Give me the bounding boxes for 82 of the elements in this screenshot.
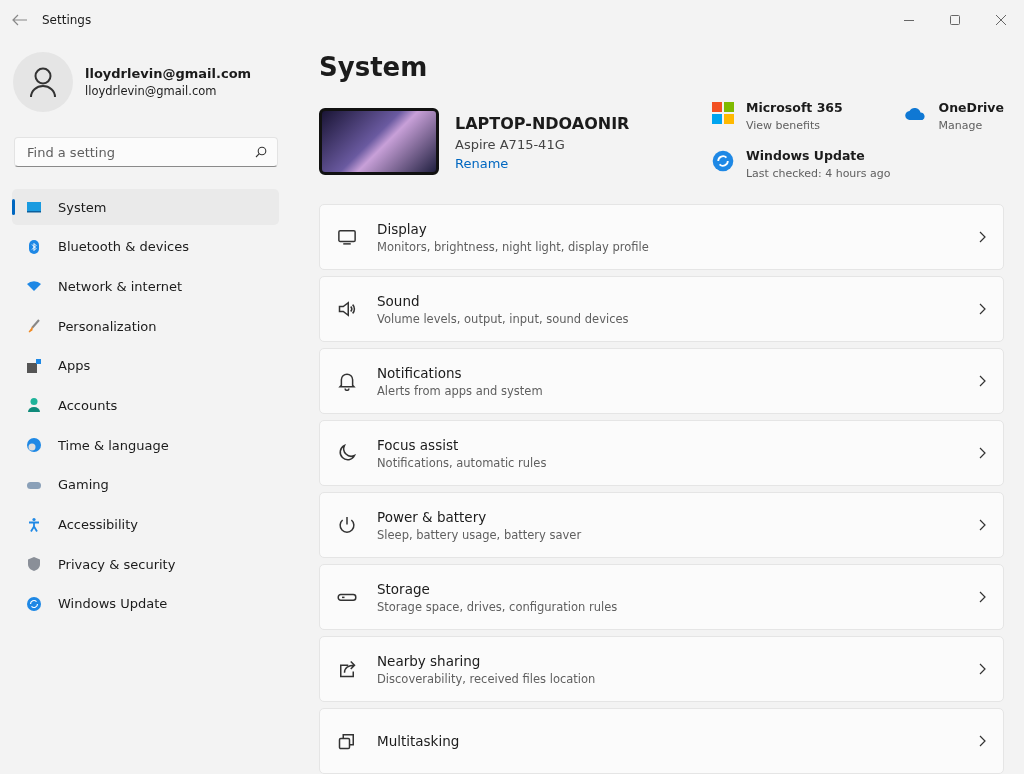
brush-icon bbox=[26, 318, 42, 335]
setting-description: Volume levels, output, input, sound devices bbox=[377, 311, 630, 326]
quick-link-subtitle: Last checked: 4 hours ago bbox=[746, 167, 891, 180]
sidebar-item[interactable]: Bluetooth & devices bbox=[12, 228, 279, 265]
search-field[interactable]: Find a setting bbox=[14, 137, 278, 167]
sidebar-item[interactable]: Personalization bbox=[12, 308, 279, 345]
quick-link-subtitle: Manage bbox=[938, 119, 984, 132]
close-icon bbox=[996, 15, 1006, 25]
setting-title: Power & battery bbox=[377, 508, 488, 525]
settings-card[interactable]: Sound Volume levels, output, input, sound devices bbox=[319, 276, 1004, 342]
share-icon bbox=[337, 659, 357, 679]
sidebar-item[interactable]: Accounts bbox=[12, 387, 279, 424]
sidebar-item[interactable]: Windows Update bbox=[12, 585, 279, 622]
setting-title: Multitasking bbox=[377, 733, 461, 749]
sidebar-item[interactable]: Accessibility bbox=[12, 506, 279, 543]
maximize-icon bbox=[950, 15, 960, 25]
settings-card[interactable]: Nearby sharing Discoverability, received files location bbox=[319, 636, 1004, 702]
settings-card[interactable]: Display Monitors, brightness, night light, display profile bbox=[319, 204, 1004, 270]
settings-card[interactable]: Storage Storage space, drives, configuration rules bbox=[319, 564, 1004, 630]
device-model: Aspire A715-41G bbox=[455, 137, 566, 152]
settings-card[interactable]: Focus assist Notifications, automatic rules bbox=[319, 420, 1004, 486]
accessibility-icon bbox=[26, 516, 42, 533]
refresh-icon bbox=[26, 595, 42, 612]
sidebar-item[interactable]: Network & internet bbox=[12, 268, 279, 305]
back-arrow-icon[interactable] bbox=[12, 14, 28, 26]
account-email: lloydrlevin@gmail.com bbox=[85, 84, 218, 98]
quick-link-title[interactable]: Windows Update bbox=[746, 148, 891, 163]
sidebar-item[interactable]: Gaming bbox=[12, 466, 279, 503]
setting-title: Nearby sharing bbox=[377, 652, 482, 669]
chevron-icon bbox=[977, 519, 987, 531]
person-silhouette-icon bbox=[29, 67, 57, 97]
apps-icon bbox=[26, 357, 42, 374]
bell-icon bbox=[337, 371, 357, 391]
settings-card[interactable]: Power & battery Sleep, battery usage, battery saver bbox=[319, 492, 1004, 558]
page-title: System bbox=[319, 52, 429, 82]
chevron-icon bbox=[977, 303, 987, 315]
person-icon bbox=[26, 397, 42, 414]
bluetooth-icon bbox=[26, 238, 42, 255]
selection-indicator bbox=[12, 199, 15, 215]
setting-description: Storage space, drives, configuration rules bbox=[377, 599, 619, 614]
setting-title: Storage bbox=[377, 580, 431, 597]
search-input[interactable]: Find a setting bbox=[25, 143, 255, 161]
setting-description: Alerts from apps and system bbox=[377, 383, 544, 398]
settings-card[interactable]: Notifications Alerts from apps and system bbox=[319, 348, 1004, 414]
setting-description: Notifications, automatic rules bbox=[377, 455, 548, 470]
window-title: Settings bbox=[42, 13, 92, 27]
minimize-icon bbox=[904, 19, 914, 21]
quick-link-title[interactable]: Microsoft 365 bbox=[746, 100, 843, 115]
monitor-icon bbox=[26, 199, 42, 215]
account-name: lloydrlevin@gmail.com bbox=[85, 66, 252, 81]
windows-logo-icon bbox=[712, 102, 734, 124]
sidebar-item[interactable]: Apps bbox=[12, 347, 279, 384]
chevron-icon bbox=[977, 447, 987, 459]
setting-description: Sleep, battery usage, battery saver bbox=[377, 527, 583, 542]
search-icon bbox=[255, 146, 267, 158]
sidebar-item[interactable]: Time & language bbox=[12, 427, 279, 464]
chevron-icon bbox=[977, 591, 987, 603]
chevron-icon bbox=[977, 735, 987, 747]
windows-stack-icon bbox=[337, 731, 357, 751]
cloud-icon bbox=[904, 106, 927, 120]
setting-description: Monitors, brightness, night light, display profile bbox=[377, 239, 650, 254]
sidebar-item[interactable]: System bbox=[12, 189, 279, 225]
sidebar-item[interactable]: Privacy & security bbox=[12, 546, 279, 583]
chevron-icon bbox=[977, 375, 987, 387]
setting-title: Notifications bbox=[377, 364, 463, 381]
moon-icon bbox=[337, 443, 357, 463]
device-name: LAPTOP-NDOAONIR bbox=[455, 114, 630, 133]
setting-description: Discoverability, received files location bbox=[377, 671, 597, 686]
rename-link[interactable]: Rename bbox=[455, 156, 630, 171]
quick-link-title[interactable]: OneDrive bbox=[938, 100, 1004, 115]
quick-link-subtitle: View benefits bbox=[746, 119, 822, 132]
setting-title: Display bbox=[377, 220, 428, 237]
settings-card[interactable]: Multitasking bbox=[319, 708, 1004, 774]
refresh-icon bbox=[712, 150, 734, 172]
setting-title: Sound bbox=[377, 292, 421, 309]
chevron-icon bbox=[977, 663, 987, 675]
monitor-icon bbox=[337, 227, 357, 247]
setting-title: Focus assist bbox=[377, 436, 460, 453]
shield-icon bbox=[26, 556, 42, 573]
power-icon bbox=[337, 515, 357, 535]
speaker-icon bbox=[337, 299, 357, 319]
chevron-icon bbox=[977, 231, 987, 243]
